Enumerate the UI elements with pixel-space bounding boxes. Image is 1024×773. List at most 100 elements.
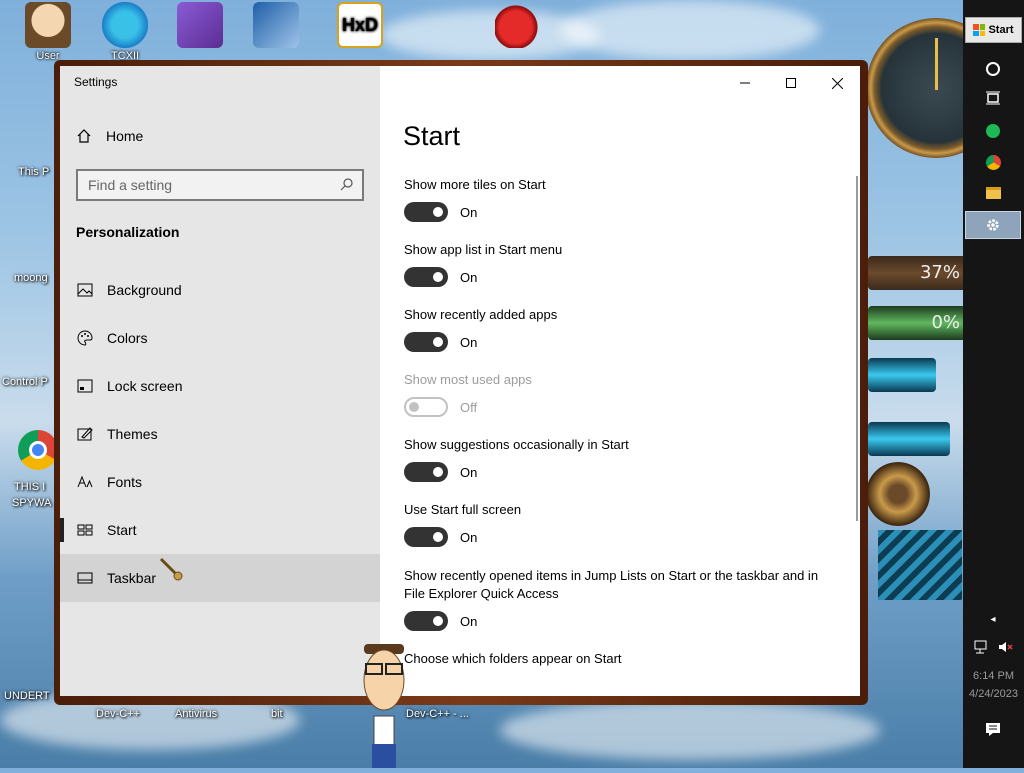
close-button[interactable] [814,70,860,96]
choose-folders-link[interactable]: Choose which folders appear on Start [404,651,622,666]
nav-item-taskbar[interactable]: Taskbar [60,554,380,602]
setting-label: Show app list in Start menu [404,242,563,257]
gear-decoration [866,462,930,526]
cloud [560,0,820,60]
desktop-icon-edge[interactable]: TCXII [95,2,155,62]
setting-recently-added: Show recently added apps On [404,306,824,352]
desktop-icon-apple[interactable] [488,2,548,50]
tray-date[interactable]: 4/24/2023 [963,688,1024,700]
setting-label: Show most used apps [404,372,532,387]
gauge-value: 0% [931,312,960,333]
maximize-button[interactable] [768,70,814,96]
toggle-switch[interactable] [404,462,448,482]
nav-item-label: Fonts [107,474,143,490]
setting-suggestions: Show suggestions occasionally in Start O… [404,436,824,482]
setting-label: Show suggestions occasionally in Start [404,437,629,452]
start-icon [76,522,93,539]
toggle-state: On [460,269,478,285]
desktop-label[interactable]: UNDERT [4,690,50,702]
file-explorer-icon[interactable] [982,182,1004,204]
toggle-switch-disabled [404,397,448,417]
toggle-switch[interactable] [404,267,448,287]
desktop-label[interactable]: Control P [2,376,48,388]
nav-item-label: Colors [107,330,148,346]
circle-icon[interactable] [982,58,1004,80]
home-icon [77,129,91,143]
desktop-icon-virtualbox[interactable] [246,2,306,50]
nav-item-background[interactable]: Background [60,266,380,314]
task-view-icon[interactable] [982,87,1004,109]
ram-gauge: 0% [868,306,966,340]
taskbar-icon [76,570,93,587]
action-center-icon[interactable] [982,718,1004,740]
nav-item-colors[interactable]: Colors [60,314,380,362]
cpu-gauge: 37% [868,256,966,290]
network-icon[interactable] [970,636,992,658]
scrollbar[interactable] [856,176,858,521]
search-input[interactable]: Find a setting [76,169,364,201]
tube-gauge [868,422,950,456]
toggle-switch[interactable] [404,202,448,222]
selected-indicator [60,518,64,542]
setting-most-used: Show most used apps Off [404,371,824,417]
toggle-switch[interactable] [404,611,448,631]
toggle-switch[interactable] [404,527,448,547]
setting-label: Show recently opened items in Jump Lists… [404,568,819,601]
cloud [500,700,880,760]
virtualbox-icon [253,2,299,48]
pipes-decoration [878,530,962,600]
visual-studio-icon [177,2,223,48]
desktop-icon-vs[interactable] [170,2,230,50]
desktop-label[interactable]: bit [271,708,283,720]
desktop-label[interactable]: This P [18,166,49,178]
setting-more-tiles: Show more tiles on Start On [404,176,824,222]
start-button-label: Start [988,24,1014,36]
toggle-state: On [460,464,478,480]
desktop-icon-hxd[interactable]: HxD [330,2,390,50]
toggle-switch[interactable] [404,332,448,352]
setting-jump-lists: Show recently opened items in Jump Lists… [404,567,824,631]
windows-flag-icon [973,24,986,36]
chrome-desktop-icon[interactable] [18,430,58,470]
start-button[interactable]: Start [965,17,1022,43]
setting-label: Show more tiles on Start [404,177,546,192]
nav-item-start[interactable]: Start [60,506,380,554]
palette-icon [76,330,93,347]
setting-label: Use Start full screen [404,502,522,517]
nav-item-label: Background [107,282,182,298]
toggle-state: On [460,334,478,350]
nav-item-fonts[interactable]: Fonts [60,458,380,506]
tray-time[interactable]: 6:14 PM [963,670,1024,682]
spotify-icon[interactable] [982,120,1004,142]
settings-content-pane: Start Show more tiles on Start On Show a… [380,66,860,696]
desktop-label[interactable]: Dev-C++ - ... [406,708,469,720]
hxd-icon: HxD [337,2,383,48]
nav-home-label: Home [106,128,144,144]
desktop-label[interactable]: Antivirus [175,708,217,720]
setting-app-list: Show app list in Start menu On [404,241,824,287]
nav-item-label: Lock screen [107,378,183,394]
nav-item-label: Start [107,522,137,538]
fonts-icon [76,474,93,491]
desktop-label[interactable]: THIS I [14,481,45,493]
desktop-icon-user[interactable]: User [18,2,78,62]
desktop-label[interactable]: Dev-C++ [96,708,140,720]
settings-nav-pane: Settings Home Find a setting Personaliza… [60,66,380,696]
nav-home[interactable]: Home [76,128,143,144]
desktop-label[interactable]: SPYWA [12,497,51,509]
nav-item-lock-screen[interactable]: Lock screen [60,362,380,410]
setting-full-screen: Use Start full screen On [404,501,824,547]
themes-icon [76,426,93,443]
chrome-icon[interactable] [982,151,1004,173]
minimize-button[interactable] [722,70,768,96]
window-title: Settings [74,75,118,89]
clock-hand [935,48,938,88]
tube-gauge [868,358,936,392]
nav-item-label: Taskbar [107,570,157,586]
nav-item-themes[interactable]: Themes [60,410,380,458]
cartoon-guy-figure [356,640,412,768]
settings-gear-icon [982,214,1004,236]
volume-muted-icon[interactable] [994,636,1016,658]
show-hidden-icons-icon[interactable]: ◂ [982,608,1004,630]
desktop-label[interactable]: moong [14,272,48,284]
